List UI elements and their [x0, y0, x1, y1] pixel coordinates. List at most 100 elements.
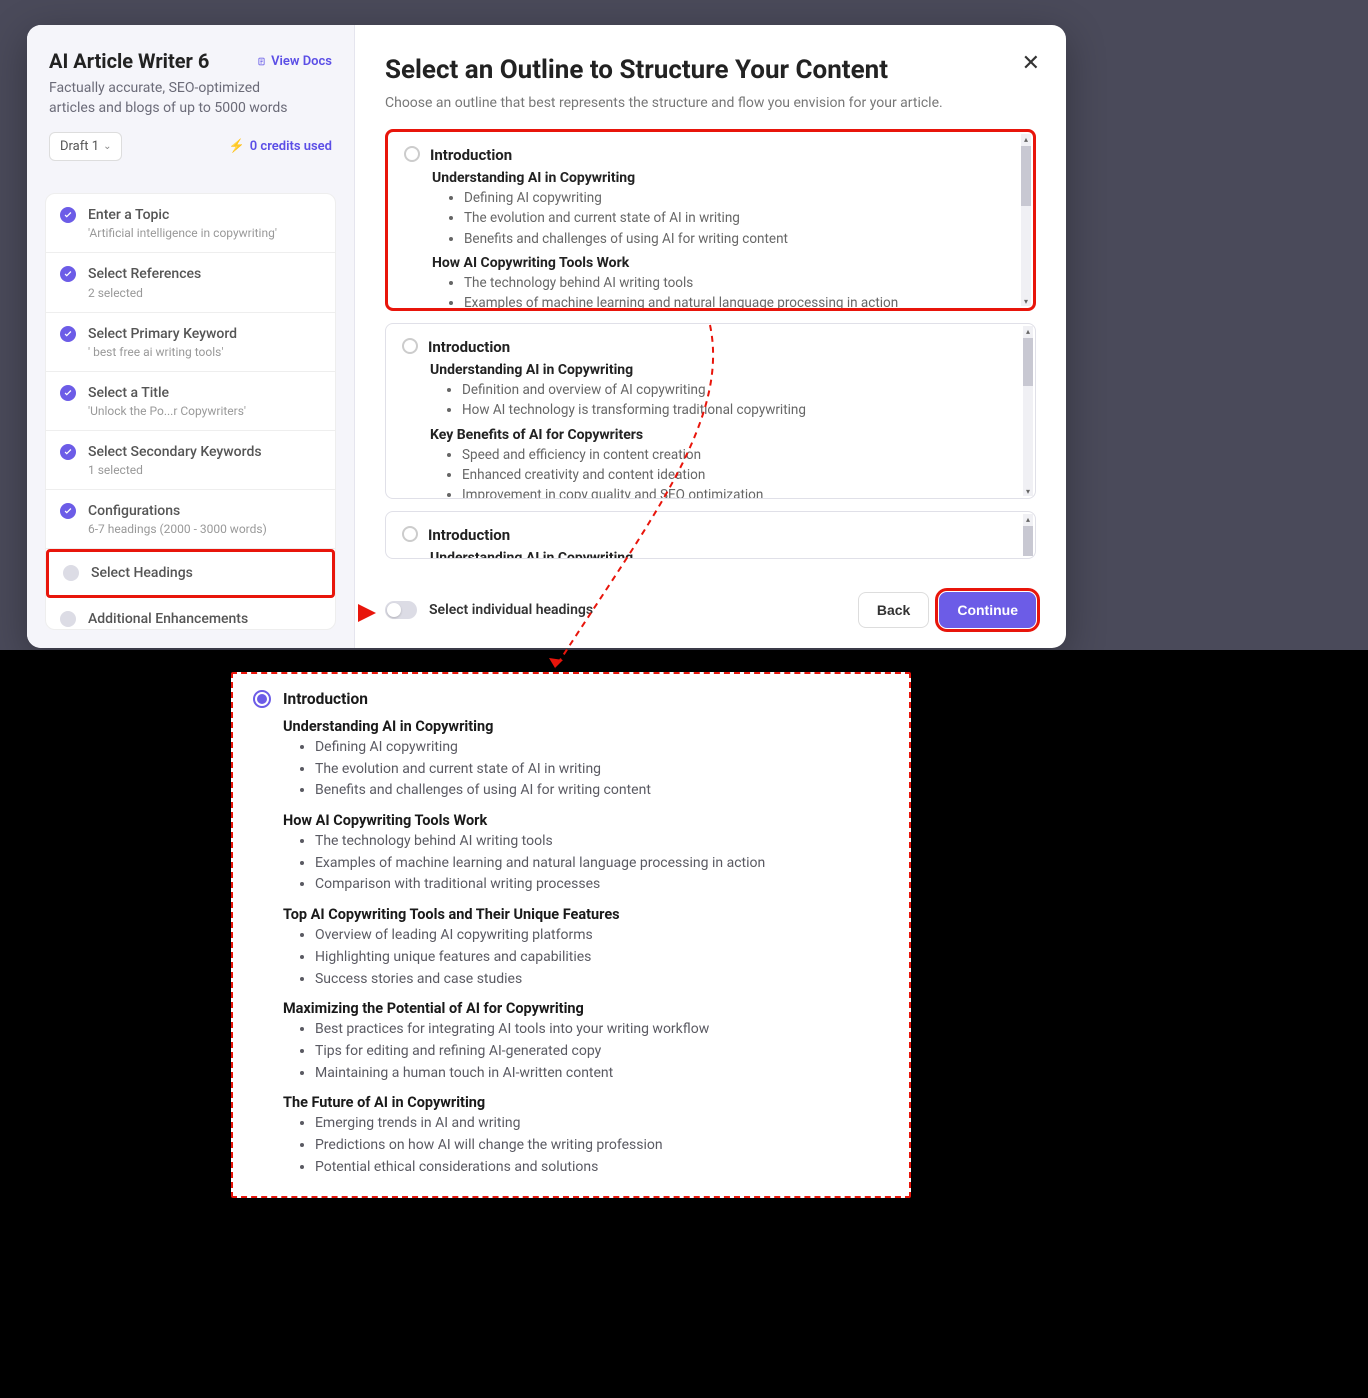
outline-intro: Introduction	[428, 526, 1000, 544]
detail-bullet: Benefits and challenges of using AI for …	[315, 780, 884, 802]
main-panel: ✕ Select an Outline to Structure Your Co…	[355, 25, 1066, 648]
scroll-thumb[interactable]	[1021, 146, 1031, 206]
step-label: Select Headings	[91, 564, 193, 582]
step-label: Select a Title	[88, 384, 246, 402]
outline-heading: Understanding AI in Copywriting	[428, 550, 1000, 559]
step-label: Select References	[88, 265, 201, 283]
check-icon	[60, 207, 76, 223]
step-select-references[interactable]: Select References2 selected	[46, 253, 335, 312]
outline-bullet: How AI technology is transforming tradit…	[462, 400, 1000, 420]
outline-intro: Introduction	[430, 146, 998, 164]
outline-intro: Introduction	[428, 338, 1000, 356]
doc-icon	[257, 57, 266, 66]
step-label: Select Secondary Keywords	[88, 443, 262, 461]
sidebar: AI Article Writer 6 View Docs Factually …	[27, 25, 355, 648]
scroll-up-icon[interactable]: ▴	[1021, 134, 1031, 144]
outline-heading: Understanding AI in Copywriting	[428, 362, 1000, 378]
check-icon	[60, 326, 76, 342]
step-label: Enter a Topic	[88, 206, 277, 224]
detail-bullet: Tips for editing and refining AI-generat…	[315, 1041, 884, 1063]
annotation-arrow-icon	[358, 604, 376, 622]
detail-heading: Understanding AI in Copywriting	[283, 718, 884, 735]
outline-card-2[interactable]: ▴ ▾ Introduction Understanding AI in Copywr…	[385, 323, 1036, 499]
credits-used: ⚡ 0 credits used	[229, 139, 332, 154]
check-icon	[60, 444, 76, 460]
outline-radio[interactable]	[404, 146, 420, 162]
step-additional-enhancements[interactable]: Additional Enhancements	[46, 598, 335, 631]
step-sub: 1 selected	[88, 463, 262, 477]
pending-dot-icon	[63, 565, 79, 581]
outline-bullet: Benefits and challenges of using AI for …	[464, 229, 998, 249]
step-sub: 6-7 headings (2000 - 3000 words)	[88, 522, 267, 536]
scroll-thumb[interactable]	[1023, 338, 1033, 386]
step-sub: ' best free ai writing tools'	[88, 345, 237, 359]
continue-button[interactable]: Continue	[939, 592, 1036, 628]
individual-headings-toggle[interactable]	[385, 601, 417, 619]
outline-bullet: Enhanced creativity and content ideation	[462, 465, 1000, 485]
steps-list: Enter a Topic 'Artificial intelligence in…	[45, 193, 336, 630]
outline-bullet: Definition and overview of AI copywritin…	[462, 380, 1000, 400]
scroll-up-icon[interactable]: ▴	[1023, 514, 1033, 524]
outline-bullet: The evolution and current state of AI in…	[464, 208, 998, 228]
modal: AI Article Writer 6 View Docs Factually …	[27, 25, 1066, 648]
detail-bullet: The technology behind AI writing tools	[315, 831, 884, 853]
scroll-down-icon[interactable]: ▾	[1021, 296, 1031, 306]
check-icon	[60, 266, 76, 282]
step-select-secondary-keywords[interactable]: Select Secondary Keywords 1 selected	[46, 431, 335, 490]
detail-bullet: Predictions on how AI will change the wr…	[315, 1135, 884, 1157]
detail-bullet: Success stories and case studies	[315, 969, 884, 991]
outline-heading: Key Benefits of AI for Copywriters	[428, 427, 1000, 443]
step-sub: 'Unlock the Po...r Copywriters'	[88, 404, 246, 418]
step-select-primary-keyword[interactable]: Select Primary Keyword ' best free ai wri…	[46, 313, 335, 372]
detail-heading: Top AI Copywriting Tools and Their Uniqu…	[283, 906, 884, 923]
detail-bullet: Maintaining a human touch in AI-written …	[315, 1063, 884, 1085]
step-select-headings[interactable]: Select Headings	[46, 549, 335, 597]
page-title: Select an Outline to Structure Your Cont…	[385, 55, 1036, 85]
outline-card-3[interactable]: ▴▾IntroductionUnderstanding AI in Copywr…	[385, 511, 1036, 559]
step-configurations[interactable]: Configurations 6-7 headings (2000 - 3000 …	[46, 490, 335, 549]
step-sub: 'Artificial intelligence in copywriting'	[88, 226, 277, 240]
detail-heading: The Future of AI in Copywriting	[283, 1094, 884, 1111]
detail-bullet: Best practices for integrating AI tools …	[315, 1019, 884, 1041]
detail-bullet: Defining AI copywriting	[315, 737, 884, 759]
bolt-icon: ⚡	[229, 139, 245, 154]
detail-heading: How AI Copywriting Tools Work	[283, 812, 884, 829]
chevron-down-icon: ⌄	[103, 141, 111, 152]
toggle-label: Select individual headings	[429, 602, 593, 618]
outline-list: ▴ ▾ Introduction Understanding AI in Copywr…	[385, 129, 1036, 574]
draft-label: Draft 1	[60, 139, 99, 154]
detail-intro: Introduction	[283, 690, 884, 708]
view-docs-link[interactable]: View Docs	[257, 54, 332, 69]
scroll-thumb[interactable]	[1023, 526, 1033, 556]
outline-bullet: Examples of machine learning and natural…	[464, 293, 998, 311]
step-select-a-title[interactable]: Select a Title 'Unlock the Po...r Copywri…	[46, 372, 335, 431]
outline-radio[interactable]	[402, 338, 418, 354]
outline-bullet: Improvement in copy quality and SEO opti…	[462, 485, 1000, 499]
detail-bullet: Emerging trends in AI and writing	[315, 1113, 884, 1135]
step-label: Select Primary Keyword	[88, 325, 237, 343]
footer: Select individual headings Back Continue	[385, 574, 1036, 628]
draft-selector[interactable]: Draft 1 ⌄	[49, 132, 122, 161]
outline-bullet: Speed and efficiency in content creation	[462, 445, 1000, 465]
scroll-up-icon[interactable]: ▴	[1023, 326, 1033, 336]
outline-radio[interactable]	[402, 526, 418, 542]
detail-bullet: Examples of machine learning and natural…	[315, 853, 884, 875]
outline-heading: How AI Copywriting Tools Work	[430, 255, 998, 271]
detail-bullet: Potential ethical considerations and sol…	[315, 1157, 884, 1179]
outline-detail-card: Introduction Understanding AI in Copywrit…	[231, 672, 911, 1198]
back-button[interactable]: Back	[858, 592, 929, 628]
outline-radio-selected[interactable]	[253, 690, 271, 708]
outline-heading: Understanding AI in Copywriting	[430, 170, 998, 186]
detail-heading: Maximizing the Potential of AI for Copyw…	[283, 1000, 884, 1017]
page-subtitle: Choose an outline that best represents t…	[385, 95, 1036, 111]
scroll-down-icon[interactable]: ▾	[1023, 486, 1033, 496]
close-button[interactable]: ✕	[1022, 51, 1040, 76]
detail-bullet: Overview of leading AI copywriting platf…	[315, 925, 884, 947]
step-label: Configurations	[88, 502, 267, 520]
step-enter-a-topic[interactable]: Enter a Topic 'Artificial intelligence in…	[46, 194, 335, 253]
detail-bullet: Highlighting unique features and capabil…	[315, 947, 884, 969]
detail-bullet: The evolution and current state of AI in…	[315, 759, 884, 781]
detail-bullet: Comparison with traditional writing proc…	[315, 874, 884, 896]
outline-card-1[interactable]: ▴ ▾ Introduction Understanding AI in Copywr…	[385, 129, 1036, 311]
view-docs-label: View Docs	[271, 54, 332, 69]
